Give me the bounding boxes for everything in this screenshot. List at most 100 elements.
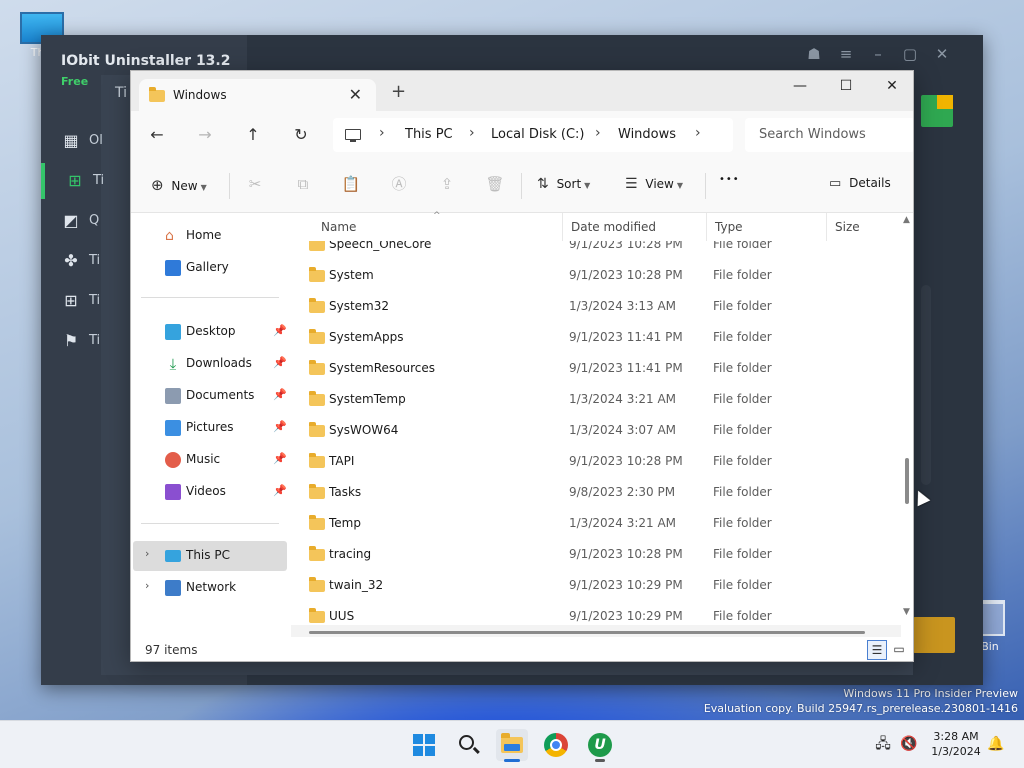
computer-icon xyxy=(165,550,181,562)
refresh-icon[interactable]: ↻ xyxy=(287,123,315,147)
table-row[interactable]: Tasks 9/8/2023 2:30 PM File folder xyxy=(291,476,901,507)
iobit-promo-icon[interactable] xyxy=(921,95,953,127)
table-row[interactable]: TAPI 9/1/2023 10:28 PM File folder xyxy=(291,445,901,476)
more-options-button[interactable]: ••• xyxy=(719,174,740,185)
chevron-right-icon[interactable]: › xyxy=(469,125,475,141)
iobit-maximize-icon[interactable]: ▢ xyxy=(899,43,921,65)
iobit-gift-icon[interactable] xyxy=(913,617,955,653)
breadcrumb-local-disk[interactable]: Local Disk (C:) xyxy=(491,127,584,142)
sidebar-item-music[interactable]: Music 📌 xyxy=(133,445,287,475)
details-view-icon[interactable]: ☰ xyxy=(867,640,887,660)
pin-icon[interactable]: 📌 xyxy=(273,388,287,401)
start-button[interactable] xyxy=(408,729,440,761)
search-placeholder: Search Windows xyxy=(759,127,866,142)
back-arrow-icon[interactable]: ← xyxy=(143,123,171,147)
cut-icon[interactable]: ✂ xyxy=(245,175,265,195)
pin-icon[interactable]: 📌 xyxy=(273,452,287,465)
details-pane-button[interactable]: ▭ Details xyxy=(829,176,891,191)
new-button[interactable]: ⊕ New ▼ xyxy=(151,176,207,194)
chevron-right-icon[interactable]: › xyxy=(695,125,701,141)
table-row[interactable]: System32 1/3/2024 3:13 AM File folder xyxy=(291,290,901,321)
rename-icon[interactable]: Ⓐ xyxy=(389,175,409,195)
home-icon: ⌂ xyxy=(165,228,174,244)
sidebar-item-desktop[interactable]: Desktop 📌 xyxy=(133,317,287,347)
copy-icon[interactable]: ⧉ xyxy=(293,175,313,195)
scroll-down-icon[interactable]: ▼ xyxy=(903,607,910,617)
share-icon[interactable]: ⇪ xyxy=(437,175,457,195)
sidebar-item-videos[interactable]: Videos 📌 xyxy=(133,477,287,507)
sort-button[interactable]: ⇅ Sort ▼ xyxy=(537,176,590,192)
flag-icon: ⚑ xyxy=(63,331,79,350)
address-field[interactable]: › This PC › Local Disk (C:) › Windows › xyxy=(333,118,733,152)
sidebar-item-this-pc[interactable]: › This PC xyxy=(133,541,287,571)
sidebar-item-label: Network xyxy=(186,580,237,594)
search-button[interactable] xyxy=(452,729,484,761)
folder-icon xyxy=(309,298,325,313)
close-window-icon[interactable]: ✕ xyxy=(869,71,913,101)
chevron-right-icon[interactable]: › xyxy=(595,125,601,141)
iobit-minimize-icon[interactable]: – xyxy=(867,43,889,65)
close-tab-icon[interactable]: ✕ xyxy=(349,85,362,104)
file-type: File folder xyxy=(713,423,772,437)
sidebar-item-downloads[interactable]: ⤓ Downloads 📌 xyxy=(133,349,287,379)
column-header-name[interactable]: Name xyxy=(313,213,563,241)
iobit-scrollbar[interactable] xyxy=(921,285,931,485)
iobit-close-icon[interactable]: ✕ xyxy=(931,43,953,65)
windows-logo-icon xyxy=(413,734,435,756)
view-button[interactable]: ☰ View ▼ xyxy=(625,176,683,192)
scrollbar-thumb[interactable] xyxy=(905,458,909,504)
scroll-up-icon[interactable]: ▲ xyxy=(903,215,910,225)
table-row[interactable]: SystemResources 9/1/2023 11:41 PM File fol… xyxy=(291,352,901,383)
maximize-icon[interactable]: ☐ xyxy=(823,71,869,101)
tiles-view-icon[interactable]: ▭ xyxy=(889,640,909,660)
network-status-icon[interactable]: 🖧 xyxy=(874,735,892,753)
pin-icon[interactable]: 📌 xyxy=(273,420,287,433)
sidebar-item-home[interactable]: ⌂ Home xyxy=(133,221,287,251)
pin-icon[interactable]: 📌 xyxy=(273,324,287,337)
column-header-size[interactable]: Size xyxy=(827,213,901,241)
iobit-menu-icon[interactable]: ≡ xyxy=(835,43,857,65)
table-row[interactable]: UUS 9/1/2023 10:29 PM File folder xyxy=(291,600,901,627)
chevron-right-icon[interactable]: › xyxy=(145,579,149,592)
chevron-right-icon[interactable]: › xyxy=(145,547,149,560)
notification-bell-icon[interactable]: 🔔 xyxy=(987,735,1005,753)
horizontal-scrollbar-thumb[interactable] xyxy=(309,631,865,634)
taskbar-file-explorer[interactable] xyxy=(496,729,528,762)
table-row[interactable]: SystemApps 9/1/2023 11:41 PM File folder xyxy=(291,321,901,352)
sidebar-item-network[interactable]: › Network xyxy=(133,573,287,603)
clock[interactable]: 3:28 AM 1/3/2024 xyxy=(920,729,992,759)
forward-arrow-icon[interactable]: → xyxy=(191,123,219,147)
up-arrow-icon[interactable]: ↑ xyxy=(239,123,267,147)
breadcrumb-this-pc[interactable]: This PC xyxy=(405,127,453,142)
paste-icon[interactable]: 📋 xyxy=(341,175,361,195)
pin-icon[interactable]: 📌 xyxy=(273,356,287,369)
volume-muted-icon[interactable]: 🔇 xyxy=(900,735,918,753)
table-row[interactable]: System 9/1/2023 10:28 PM File folder xyxy=(291,259,901,290)
tab-windows[interactable]: Windows ✕ xyxy=(139,79,376,111)
vertical-scrollbar[interactable]: ▲ ▼ xyxy=(901,213,913,623)
iobit-toolbox-icon[interactable]: ☗ xyxy=(803,43,825,65)
new-tab-icon[interactable]: + xyxy=(391,83,406,101)
minimize-icon[interactable]: — xyxy=(777,71,823,101)
puzzle-icon: ✤ xyxy=(64,251,78,270)
table-row[interactable]: Temp 1/3/2024 3:21 AM File folder xyxy=(291,507,901,538)
grid-icon: ▦ xyxy=(63,131,79,150)
table-row[interactable]: SystemTemp 1/3/2024 3:21 AM File folder xyxy=(291,383,901,414)
breadcrumb-windows[interactable]: Windows xyxy=(618,127,676,142)
sidebar-item-gallery[interactable]: Gallery xyxy=(133,253,287,283)
sidebar-item-pictures[interactable]: Pictures 📌 xyxy=(133,413,287,443)
sidebar-item-documents[interactable]: Documents 📌 xyxy=(133,381,287,411)
chevron-right-icon[interactable]: › xyxy=(379,125,385,141)
search-input[interactable]: Search Windows xyxy=(745,118,913,152)
file-explorer-window[interactable]: Windows ✕ + — ☐ ✕ ← → ↑ ↻ › This PC › Lo… xyxy=(130,70,914,662)
table-row[interactable]: SysWOW64 1/3/2024 3:07 AM File folder xyxy=(291,414,901,445)
table-row[interactable]: tracing 9/1/2023 10:28 PM File folder xyxy=(291,538,901,569)
taskbar-iobit-uninstaller[interactable]: U xyxy=(584,729,616,762)
taskbar-chrome[interactable] xyxy=(540,729,572,761)
column-header-type[interactable]: Type xyxy=(707,213,827,241)
delete-icon[interactable]: 🗑 xyxy=(485,175,505,195)
table-row[interactable]: Speech_OneCore 9/1/2023 10:28 PM File fold… xyxy=(291,241,901,259)
table-row[interactable]: twain_32 9/1/2023 10:29 PM File folder xyxy=(291,569,901,600)
column-header-date-modified[interactable]: Date modified xyxy=(563,213,707,241)
pin-icon[interactable]: 📌 xyxy=(273,484,287,497)
